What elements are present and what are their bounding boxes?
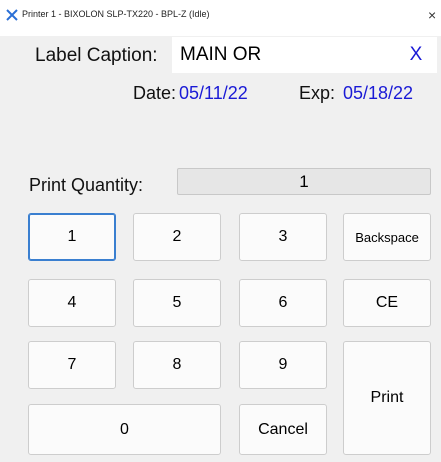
print-quantity-display[interactable]: 1 [177, 168, 431, 195]
date-value: 05/11/22 [179, 83, 248, 103]
exp-value: 05/18/22 [343, 83, 414, 103]
key-0-button[interactable]: 0 [28, 404, 221, 455]
close-icon[interactable]: × [428, 7, 441, 23]
key-1-button[interactable]: 1 [28, 213, 116, 261]
key-5-button[interactable]: 5 [133, 279, 221, 327]
title-bar: Printer 1 - BIXOLON SLP-TX220 - BPL-Z (I… [0, 0, 441, 36]
date-label: Date: [133, 83, 177, 103]
backspace-button[interactable]: Backspace [343, 213, 431, 261]
label-caption-input[interactable] [172, 37, 437, 73]
window-title: Printer 1 - BIXOLON SLP-TX220 - BPL-Z (I… [22, 9, 210, 19]
label-caption-label: Label Caption: [35, 45, 158, 66]
ce-button[interactable]: CE [343, 279, 431, 327]
printer-app-icon [6, 9, 18, 21]
key-8-button[interactable]: 8 [133, 341, 221, 389]
print-button[interactable]: Print [343, 341, 431, 455]
key-3-button[interactable]: 3 [239, 213, 327, 261]
key-2-button[interactable]: 2 [133, 213, 221, 261]
print-quantity-label: Print Quantity: [29, 175, 144, 195]
key-4-button[interactable]: 4 [28, 279, 116, 327]
key-6-button[interactable]: 6 [239, 279, 327, 327]
exp-label: Exp: [299, 83, 336, 103]
cancel-button[interactable]: Cancel [239, 404, 327, 455]
key-9-button[interactable]: 9 [239, 341, 327, 389]
clear-x-icon[interactable]: X [406, 44, 426, 66]
label-print-panel: Label Caption: X Date: 05/11/22 Exp: 05/… [0, 36, 441, 462]
key-7-button[interactable]: 7 [28, 341, 116, 389]
